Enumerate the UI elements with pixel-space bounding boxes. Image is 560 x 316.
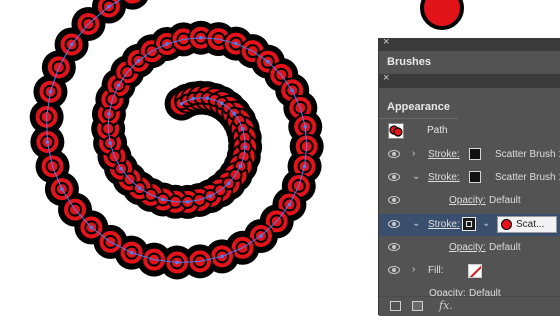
appearance-stroke-row-selected[interactable]: ⌄ Stroke: ⌄ Scat... — [379, 214, 560, 236]
appearance-stroke-row[interactable]: › Stroke: Scatter Brush 1 — [379, 144, 560, 166]
path-anchor-point — [232, 111, 237, 116]
path-anchor-point — [108, 141, 112, 145]
path-anchor-point — [48, 89, 53, 94]
duplicate-icon[interactable] — [412, 301, 423, 311]
path-anchor-point — [137, 186, 142, 190]
appearance-object-row[interactable]: Path — [379, 120, 560, 142]
opacity-value: Default — [489, 195, 521, 206]
path-anchor-point — [287, 202, 292, 207]
path-anchor-point — [259, 234, 263, 238]
eye-icon[interactable] — [388, 150, 400, 158]
tab-appearance[interactable]: Appearance — [379, 96, 458, 119]
path-anchor-point — [107, 4, 111, 9]
appearance-opacity-row[interactable]: Opacity: Default — [379, 237, 560, 259]
close-icon[interactable]: × — [383, 36, 389, 49]
path-anchor-point — [119, 166, 123, 171]
path-anchor-point — [191, 96, 196, 101]
stroke-label[interactable]: Stroke: — [428, 219, 460, 230]
path-anchor-point — [290, 88, 295, 93]
eye-icon[interactable] — [388, 266, 400, 274]
chevron-down-icon[interactable]: ⌄ — [412, 218, 420, 229]
tab-brushes[interactable]: Brushes — [379, 51, 440, 73]
opacity-label[interactable]: Opacity: — [449, 195, 486, 206]
opacity-value: Default — [489, 242, 521, 253]
eye-icon[interactable] — [388, 173, 400, 181]
appearance-panel-body: Path › Stroke: Scatter Brush 1 ⌄ Stroke:… — [379, 120, 560, 299]
path-anchor-point — [240, 126, 245, 131]
path-anchor-point — [185, 200, 190, 204]
new-layer-icon[interactable] — [390, 301, 401, 311]
stroke-color-swatch[interactable] — [469, 171, 481, 183]
path-anchor-point — [220, 101, 224, 105]
path-anchor-point — [243, 145, 247, 149]
path-anchor-point — [234, 41, 238, 46]
stroke-label[interactable]: Stroke: — [428, 149, 460, 160]
close-icon[interactable]: × — [383, 72, 389, 85]
opacity-label[interactable]: Opacity: — [449, 242, 486, 253]
path-anchor-point — [107, 112, 111, 116]
single-brush-dot — [420, 0, 464, 30]
eye-icon[interactable] — [388, 243, 400, 251]
eye-icon[interactable] — [388, 220, 400, 228]
stroke-label[interactable]: Stroke: — [428, 172, 460, 183]
chevron-down-icon[interactable]: ⌄ — [412, 171, 420, 182]
fill-label[interactable]: Fill: — [428, 265, 444, 276]
fill-none-swatch[interactable] — [468, 264, 482, 278]
path-anchor-point — [220, 254, 224, 259]
stroke-color-swatch[interactable] — [462, 217, 476, 231]
path-anchor-point — [238, 164, 243, 168]
panel-dock: × Brushes × Appearance Path › Stroke: Sc… — [378, 36, 560, 316]
path-anchor-point — [69, 42, 74, 47]
path-anchor-point — [116, 83, 121, 88]
panel-divider: × — [379, 72, 560, 88]
chevron-down-icon[interactable]: ⌄ — [482, 218, 490, 229]
path-anchor-point — [208, 194, 213, 198]
path-anchor-point — [89, 225, 94, 230]
path-anchor-point — [165, 42, 169, 46]
appearance-fill-row[interactable]: › Fill: — [379, 260, 560, 282]
stroke-color-swatch[interactable] — [469, 148, 481, 160]
path-anchor-point — [136, 58, 141, 63]
brush-definition-value: Scat... — [516, 219, 545, 230]
path-anchor-point — [226, 181, 231, 186]
path-anchor-point — [161, 197, 165, 202]
appearance-opacity-row[interactable]: Opacity: Default — [379, 190, 560, 212]
path-anchor-point — [302, 164, 307, 169]
stroke-brush-name[interactable]: Scatter Brush 1 — [495, 172, 560, 183]
path-anchor-point — [266, 59, 270, 64]
chevron-right-icon[interactable]: › — [412, 148, 415, 159]
stroke-brush-name[interactable]: Scatter Brush 1 — [495, 149, 560, 160]
chevron-right-icon[interactable]: › — [412, 264, 415, 275]
path-anchor-point — [199, 35, 203, 40]
path-anchor-point — [179, 101, 184, 106]
path-anchor-point — [129, 250, 134, 255]
object-type-label: Path — [427, 125, 448, 136]
path-anchor-point — [175, 260, 179, 265]
path-thumbnail-icon — [388, 123, 404, 139]
appearance-stroke-row[interactable]: ⌄ Stroke: Scatter Brush 1 — [379, 167, 560, 189]
panel-topbar: × — [379, 36, 560, 51]
eye-icon[interactable] — [388, 196, 400, 204]
fx-icon[interactable]: fx. — [439, 299, 453, 312]
path-anchor-point — [205, 96, 210, 100]
brush-preview-icon — [501, 219, 512, 230]
brush-definition-dropdown[interactable]: Scat... — [497, 216, 557, 233]
path-anchor-point — [303, 124, 308, 129]
appearance-panel-footer: fx. — [379, 296, 560, 316]
path-anchor-point — [60, 187, 64, 191]
path-anchor-point — [45, 140, 50, 144]
